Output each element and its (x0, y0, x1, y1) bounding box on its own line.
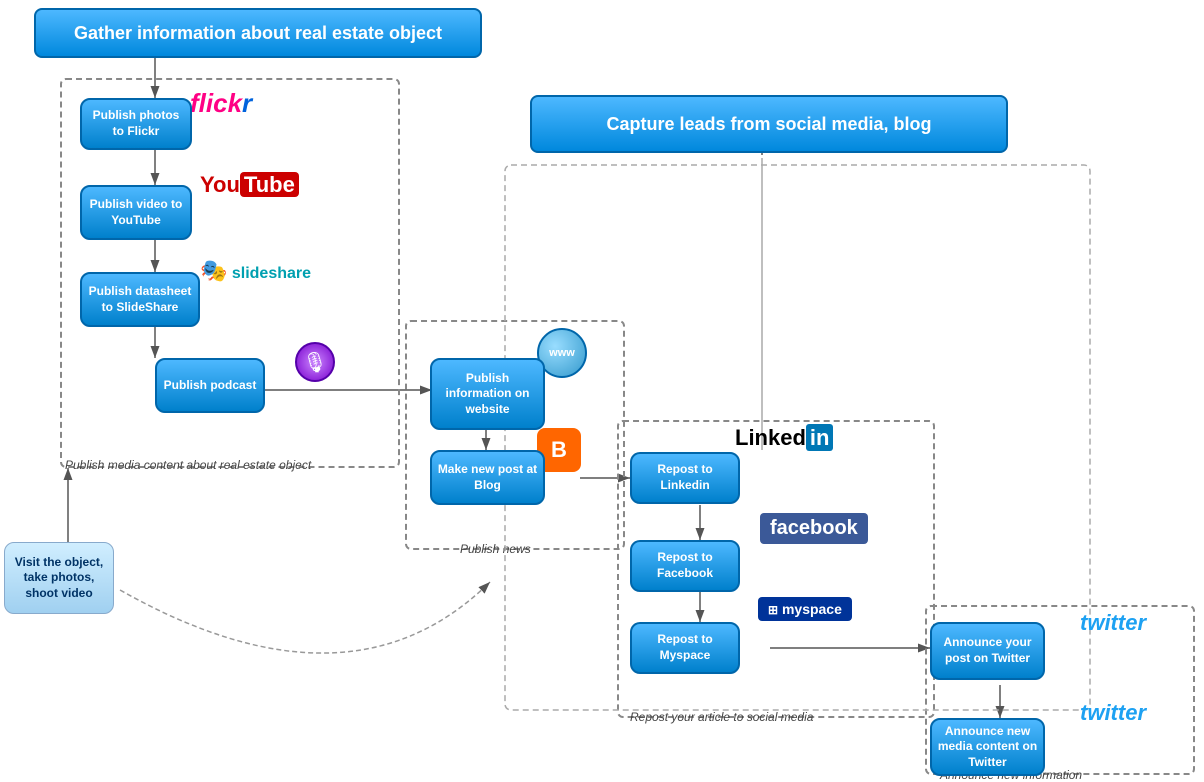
repost-myspace-node[interactable]: Repost to Myspace (630, 622, 740, 674)
repost-facebook-node[interactable]: Repost to Facebook (630, 540, 740, 592)
repost-linkedin-node[interactable]: Repost to Linkedin (630, 452, 740, 504)
myspace-logo: ⊞ myspace (758, 597, 852, 621)
repost-social-label: Repost your article to social media (630, 710, 813, 724)
diagram: Gather information about real estate obj… (0, 0, 1204, 782)
make-blog-post-node[interactable]: Make new post at Blog (430, 450, 545, 505)
publish-podcast-node[interactable]: Publish podcast (155, 358, 265, 413)
publish-website-node[interactable]: Publish information on website (430, 358, 545, 430)
publish-flickr-node[interactable]: Publish photos to Flickr (80, 98, 192, 150)
podcast-icon: 🎙 (295, 342, 335, 382)
publish-slideshare-node[interactable]: Publish datasheet to SlideShare (80, 272, 200, 327)
linkedin-logo: Linkedin (735, 425, 833, 451)
youtube-logo: YouTube (200, 172, 299, 198)
visit-object-node[interactable]: Visit the object, take photos, shoot vid… (4, 542, 114, 614)
capture-leads-header: Capture leads from social media, blog (530, 95, 1008, 153)
publish-media-label: Publish media content about real estate … (65, 458, 311, 472)
publish-youtube-node[interactable]: Publish video to YouTube (80, 185, 192, 240)
publish-news-label: Publish news (460, 542, 531, 556)
twitter-logo-2: twitter (1080, 700, 1146, 726)
slideshare-logo: 🎭 slideshare (200, 258, 311, 284)
announce-twitter-node[interactable]: Announce your post on Twitter (930, 622, 1045, 680)
flickr-logo: flickr (190, 88, 252, 119)
twitter-logo-1: twitter (1080, 610, 1146, 636)
publish-news-dashed-box (405, 320, 625, 550)
announce-new-twitter-node[interactable]: Announce new media content on Twitter (930, 718, 1045, 776)
facebook-logo: facebook (760, 513, 868, 544)
gather-info-header: Gather information about real estate obj… (34, 8, 482, 58)
